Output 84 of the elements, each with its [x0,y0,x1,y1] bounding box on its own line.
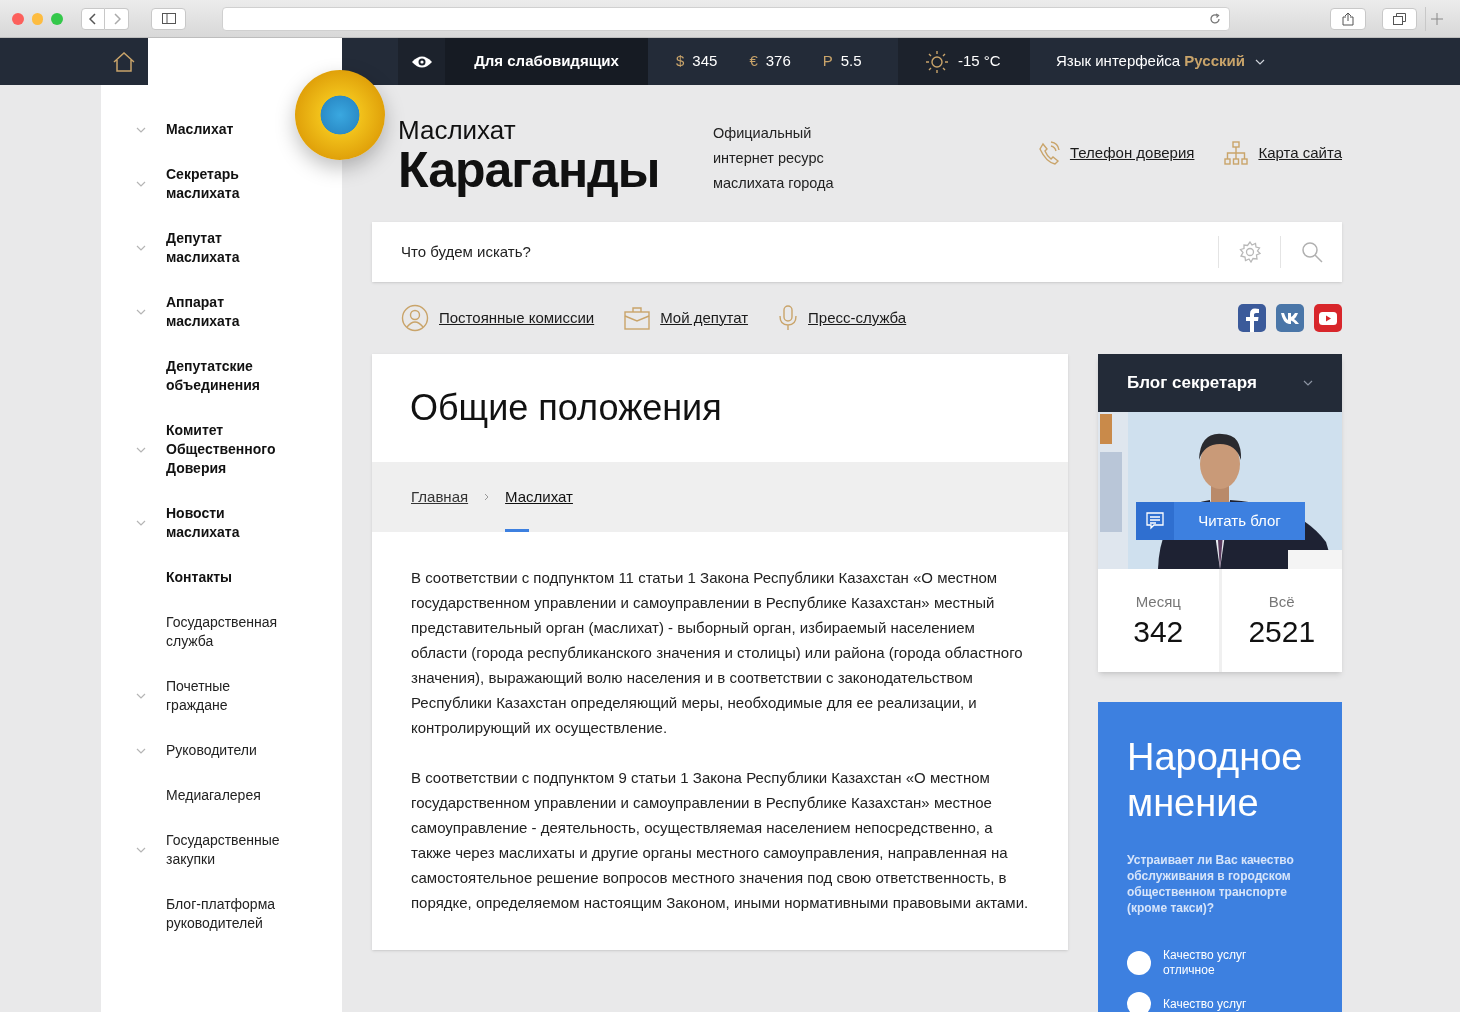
read-blog-button[interactable]: Читать блог [1136,502,1305,540]
currency-symbol: $ [676,51,685,72]
minimize-window-button[interactable] [31,12,44,25]
chevron-left-icon [89,12,97,25]
stat-value: 342 [1133,613,1184,650]
quick-link[interactable]: Постоянные комиссии [439,306,595,330]
currency-rate: 345 [692,51,718,72]
chevron-right-icon [484,493,490,501]
sidebar-item[interactable]: Аппарат маслихата [166,293,292,331]
youtube-icon[interactable] [1314,304,1342,332]
sidebar-item[interactable]: Государственные закупки [166,831,292,869]
sidebar-item[interactable]: Почетные граждане [166,677,292,715]
radio-button[interactable] [1127,992,1151,1012]
home-icon [113,51,135,72]
sidebar-item[interactable]: Руководители [166,741,257,760]
reload-icon[interactable] [1209,12,1222,25]
site-title: Караганды [398,143,661,197]
poll-option-label: Качество услуг [1163,996,1248,1012]
article-title: Общие положения [409,386,723,430]
sidebar-item[interactable]: Контакты [166,568,232,587]
sidebar-item[interactable]: Маслихат [166,120,234,139]
share-icon [1341,11,1354,26]
plus-icon [1430,12,1443,25]
address-field[interactable] [222,6,1231,31]
site-subtitle: Маслихат [398,117,517,143]
back-button[interactable] [81,7,105,30]
currency-symbol: € [749,51,758,72]
poll-question: Устраивает ли Вас качество обслуживания в городском общественном транспорте (кроме такси)? [1127,852,1295,916]
facebook-icon[interactable] [1238,304,1266,332]
forward-button[interactable] [105,7,129,30]
language-selector[interactable]: Язык интерфейса Русский [1030,38,1265,85]
sidebar-toggle-button[interactable] [151,7,187,30]
close-window-button[interactable] [12,12,24,25]
share-button[interactable] [1330,7,1366,30]
sidebar-item[interactable]: Комитет Общественного Доверия [166,421,292,478]
accessibility-link[interactable]: Для слабовидящих [445,38,648,85]
sun-icon [926,50,948,73]
tabs-icon [1392,12,1406,25]
sidebar-item[interactable]: Депутатские объединения [166,357,292,395]
caret-icon [1254,58,1265,65]
phone-icon [1037,141,1060,165]
chevron-right-icon [112,12,121,25]
temperature: -15 °C [958,51,1001,72]
sidebar-item[interactable]: Секретарь маслихата [166,165,292,203]
stat-label: Всё [1268,592,1295,613]
breadcrumb-link[interactable]: Маслихат [505,485,573,509]
poll-title: Народное мнение [1127,735,1304,826]
header-link[interactable]: Телефон доверия [1069,141,1195,165]
sidebar-icon [161,13,176,24]
briefcase-icon [624,306,651,330]
currency-symbol: Р [822,51,833,72]
sidebar-item[interactable]: Новости маслихата [166,504,292,542]
breadcrumb-link[interactable]: Главная [411,485,469,509]
document-icon [1146,512,1164,530]
sidebar-item[interactable]: Государственная служба [166,613,292,651]
quick-link[interactable]: Пресс-служба [808,306,907,330]
vk-icon[interactable] [1276,304,1304,332]
sidebar-item[interactable]: Блог-платформа руководителей [166,895,292,933]
zoom-window-button[interactable] [51,12,63,25]
site-tagline: Официальный интернет ресурс маслихата города [713,124,835,193]
tabs-button[interactable] [1381,7,1417,30]
currency-rate: 5.5 [840,51,862,72]
blog-header[interactable]: Блог секретаря [1098,354,1342,412]
search-field[interactable]: Что будем искать? [372,240,1218,264]
poll-option-label: Качество услуг отличное [1163,948,1248,978]
stat-label: Месяц [1135,592,1181,613]
article-paragraph: В соответствии с подпунктом 9 статьи 1 Закона Республики Казахстан «О местном государственном управлении и самоуправлении в Республике Казахстан» местное самоуправление - деятельность, осуществляемая населением непосредственно, а также через маслихаты и другие органы местного самоуправления, направленная на самостоятельное решение вопросов местного значения под свою ответственность, в порядке, определяемом настоящим Законом, иными нормативными правовыми актами. [411,768,1029,913]
eye-button[interactable] [398,38,445,85]
chevron-icon [1303,380,1313,386]
sidebar-item[interactable]: Депутат маслихата [166,229,292,267]
quick-link[interactable]: Мой депутат [660,306,749,330]
sitemap-icon [1224,141,1249,165]
radio-button[interactable] [1127,951,1151,975]
article-paragraph: В соответствии с подпунктом 11 статьи 1 Закона Республики Казахстан «О местном государственном управлении и самоуправлении в Республике Казахстан» местный представительный орган (маслихат) - выборный орган, избираемый населением области (города республиканского значения и столицы) или района (города областного значения), выражающий волю населения и в соответствии с законодательством Республики Казахстан определяющий меры, необходимые для ее реализации, и контролирующий их осуществление. [411,568,1024,738]
microphone-icon [778,305,799,331]
settings-icon [1238,241,1261,263]
eye-icon [410,54,433,69]
sidebar-item[interactable]: Медиагалерея [166,786,261,805]
search-icon [1300,241,1323,263]
stat-value: 2521 [1248,613,1316,650]
currency-rate: 376 [765,51,791,72]
search-bar[interactable]: Что будем искать? [372,222,1342,282]
header-link[interactable]: Карта сайта [1258,141,1342,165]
person-icon [401,304,429,332]
